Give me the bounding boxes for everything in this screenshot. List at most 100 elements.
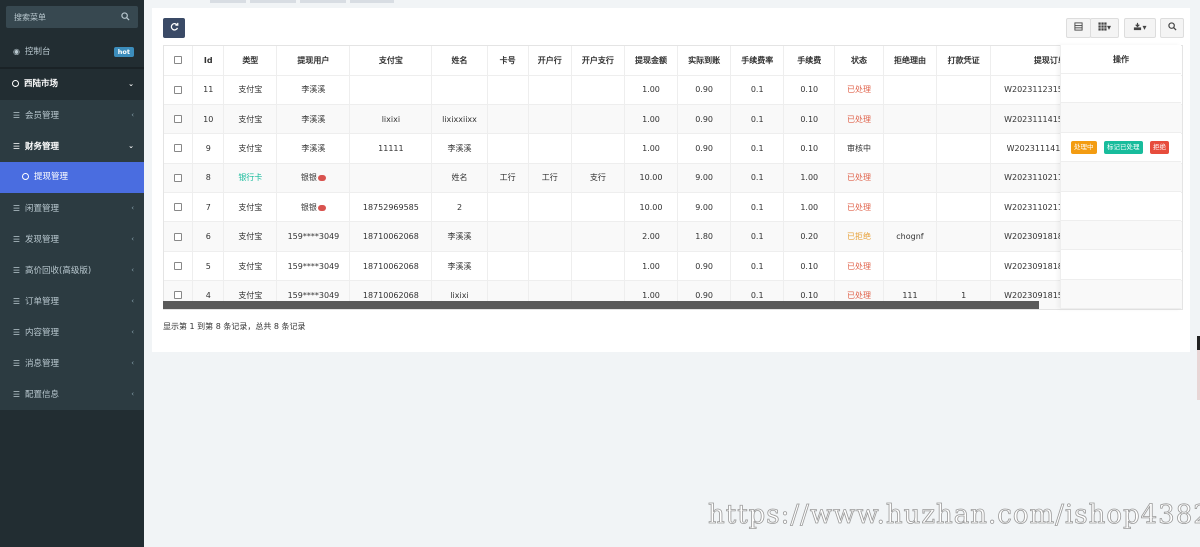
pagination-info: 显示第 1 到第 8 条记录，总共 8 条记录 xyxy=(163,322,306,331)
sidebar-item-finance[interactable]: ☰ 财务管理 ⌄ xyxy=(0,131,144,162)
export-dropdown-button[interactable]: ▾ xyxy=(1124,18,1156,38)
sidebar-item-withdrawal[interactable]: 提现管理 xyxy=(0,162,144,193)
toggle-view-button[interactable] xyxy=(1066,18,1091,38)
columns-dropdown-button[interactable]: ▾ xyxy=(1090,18,1119,38)
cell-text: 0.1 xyxy=(750,85,764,95)
watermark: https://www.huzhan.com/ishop43825 xyxy=(708,500,1200,531)
cell-reason xyxy=(883,133,938,164)
cell-name xyxy=(431,75,488,105)
cell-type: 支付宝 xyxy=(223,221,278,252)
ops-cell xyxy=(1061,192,1181,221)
row-checkbox[interactable] xyxy=(174,173,183,182)
refresh-button[interactable] xyxy=(163,18,185,38)
cell-text: 18710062068 xyxy=(362,290,419,300)
cell-amount: 1.00 xyxy=(624,133,679,164)
cell-text: 5 xyxy=(205,261,211,271)
column-header[interactable]: 提现金额 xyxy=(624,46,679,76)
sidebar-item-idle[interactable]: ☰ 闲置管理 ‹ xyxy=(0,193,144,224)
table-body: 11 支付宝 李溪溪 1.00 0.90 0.1 0.10 已处理 W2023112315224… xyxy=(164,75,1182,309)
cell-card xyxy=(487,192,529,223)
cell-text: 已拒绝 xyxy=(847,232,872,242)
horizontal-scrollbar[interactable] xyxy=(163,301,1039,309)
column-header[interactable]: 状态 xyxy=(834,46,884,76)
cell-text: 1.00 xyxy=(642,85,660,95)
sidebar-item-config[interactable]: ☰ 配置信息 ‹ xyxy=(0,379,144,410)
sidebar: ◉ 控制台 hot 西陆市场 ⌄ ☰ 会员管理 ‹ ☰ 财务管理 ⌄ 提现管理 ☰ 闲置… xyxy=(0,0,144,547)
cell-text: 银银 xyxy=(300,202,317,212)
row-checkbox[interactable] xyxy=(174,232,183,241)
cell-text: 2.00 xyxy=(642,232,660,242)
search-toggle-button[interactable] xyxy=(1160,18,1184,38)
column-header: 操作 xyxy=(1061,45,1181,74)
table-header-row: Id 类型 提现用户 支付宝 姓名 卡号 开户行 开户支行 提现金额 实际到账 … xyxy=(164,46,1182,76)
list-icon: ☰ xyxy=(12,142,21,151)
row-checkbox[interactable] xyxy=(174,262,183,271)
column-header[interactable]: 打款凭证 xyxy=(936,46,992,76)
ops-cell xyxy=(1061,103,1181,133)
sidebar-item-members[interactable]: ☰ 会员管理 ‹ xyxy=(0,100,144,131)
reject-button[interactable]: 拒绝 xyxy=(1150,140,1169,154)
cell-id: 8 xyxy=(192,163,225,194)
sidebar-item-messages[interactable]: ☰ 消息管理 ‹ xyxy=(0,348,144,379)
row-checkbox[interactable] xyxy=(174,203,183,212)
search-icon[interactable] xyxy=(121,12,130,21)
mark-processed-button[interactable]: 标记已处理 xyxy=(1104,140,1143,154)
row-checkbox[interactable] xyxy=(174,291,183,300)
sidebar-item-dashboard[interactable]: ◉ 控制台 hot xyxy=(0,36,144,67)
sidebar-item-content[interactable]: ☰ 内容管理 ‹ xyxy=(0,317,144,348)
cell-text: 审核中 xyxy=(847,143,872,153)
sidebar-item-recycle[interactable]: ☰ 高价回收(高级版) ‹ xyxy=(0,255,144,286)
cell-id: 5 xyxy=(192,251,225,282)
cell-alipay: lixixi xyxy=(349,104,433,135)
cell-text: chognf xyxy=(896,232,924,242)
sidebar-item-label: 西陆市场 xyxy=(24,79,59,89)
search-icon xyxy=(1167,22,1177,31)
cell-id: 11 xyxy=(192,75,225,105)
sidebar-menu: ◉ 控制台 hot 西陆市场 ⌄ ☰ 会员管理 ‹ ☰ 财务管理 ⌄ 提现管理 ☰ 闲置… xyxy=(0,36,144,410)
column-header[interactable]: Id xyxy=(192,46,225,76)
cell-id: 10 xyxy=(192,104,225,135)
column-header[interactable]: 拒绝理由 xyxy=(883,46,938,76)
cell-fee: 0.10 xyxy=(783,75,836,105)
table-row: 6 支付宝 159****3049 18710062068 李溪溪 2.00 1.80 0.1… xyxy=(164,221,1182,252)
cell-actual: 1.80 xyxy=(677,221,732,252)
cell-text: lixixi xyxy=(381,114,401,124)
list-icon: ☰ xyxy=(12,111,21,120)
cell-reason: chognf xyxy=(883,221,938,252)
cell-text: 6 xyxy=(205,232,211,242)
cell-text: 李溪溪 xyxy=(301,114,326,124)
column-header[interactable]: 手续费 xyxy=(783,46,836,76)
row-checkbox[interactable] xyxy=(174,144,183,153)
cell-text: 9 xyxy=(205,143,211,153)
column-header[interactable]: 卡号 xyxy=(487,46,529,76)
column-header[interactable]: 姓名 xyxy=(431,46,488,76)
cell-text: 0.1 xyxy=(750,114,764,124)
cell-alipay: 18752969585 xyxy=(349,192,433,223)
row-checkbox[interactable] xyxy=(174,85,183,94)
row-checkbox-cell xyxy=(164,192,194,223)
cell-text: 已处理 xyxy=(847,173,872,183)
processing-button[interactable]: 处理中 xyxy=(1071,140,1097,154)
column-header[interactable]: 提现用户 xyxy=(276,46,351,76)
sidebar-item-market[interactable]: 西陆市场 ⌄ xyxy=(0,69,144,100)
column-header[interactable]: 开户支行 xyxy=(571,46,625,76)
column-header[interactable]: 类型 xyxy=(223,46,278,76)
cell-fee: 0.10 xyxy=(783,133,836,164)
column-header[interactable]: 实际到账 xyxy=(677,46,732,76)
column-header[interactable]: 开户行 xyxy=(528,46,572,76)
select-all-checkbox[interactable] xyxy=(164,46,194,76)
column-header[interactable]: 手续费率 xyxy=(730,46,785,76)
cell-bank xyxy=(528,251,572,282)
sidebar-item-discover[interactable]: ☰ 发现管理 ‹ xyxy=(0,224,144,255)
sidebar-item-orders[interactable]: ☰ 订单管理 ‹ xyxy=(0,286,144,317)
circle-icon xyxy=(12,80,19,87)
menu-search-input[interactable] xyxy=(6,6,116,28)
cell-amount: 1.00 xyxy=(624,104,679,135)
row-checkbox-cell xyxy=(164,163,194,194)
cell-user: 银银 xyxy=(276,192,351,223)
tab-strip xyxy=(144,0,1200,3)
row-checkbox[interactable] xyxy=(174,115,183,124)
checkbox[interactable] xyxy=(174,56,183,65)
cell-proof xyxy=(936,163,992,194)
column-header[interactable]: 支付宝 xyxy=(349,46,433,76)
